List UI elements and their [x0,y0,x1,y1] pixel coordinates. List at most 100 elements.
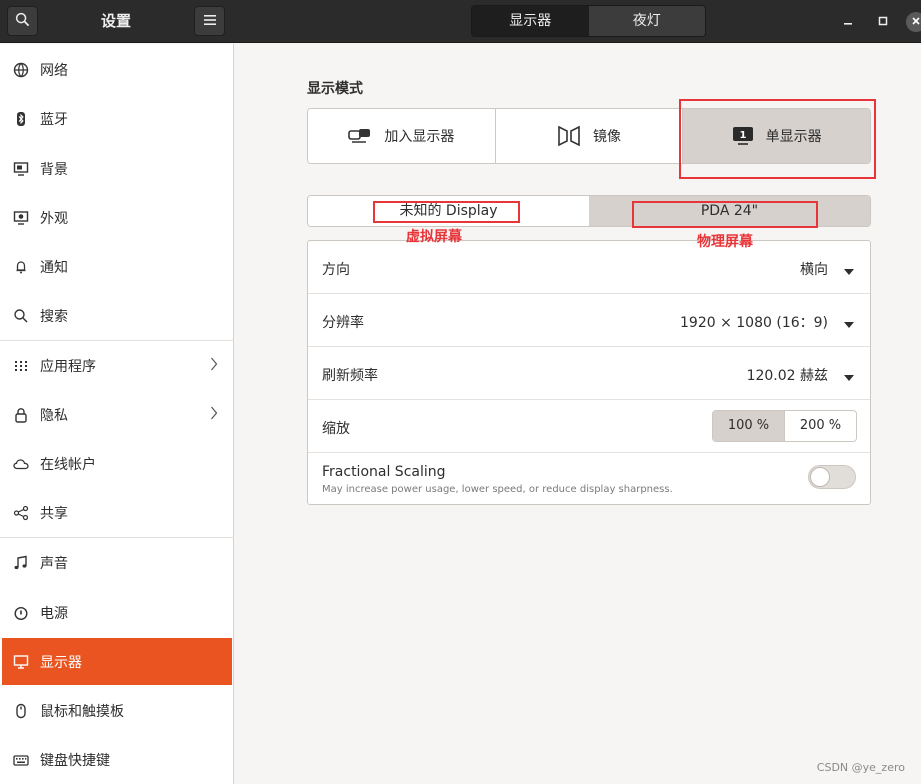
annotation-physical-label: 物理屏幕 [697,234,753,250]
join-displays-icon [348,128,372,144]
bell-icon [12,258,30,276]
appearance-icon [12,209,30,227]
mirror-label: 镜像 [593,129,621,145]
sidebar-divider [0,340,234,341]
sidebar-item-background[interactable]: 背景 [2,145,232,192]
orientation-value: 横向 [800,262,828,278]
window-title: 设置 [100,12,131,30]
sidebar-item-appearance[interactable]: 外观 [2,194,232,241]
sidebar-item-label: 通知 [40,259,68,276]
orientation-row[interactable]: 方向 横向 [308,241,870,294]
power-icon [12,604,30,622]
sidebar-item-label: 外观 [40,210,68,227]
resolution-label: 分辨率 [322,315,364,331]
resolution-row[interactable]: 分辨率 1920 × 1080 (16：9) [308,294,870,347]
header-bar: 设置 显示器 夜灯 [0,0,921,43]
sidebar-item-label: 搜索 [40,308,68,325]
scale-200-button[interactable]: 200 % [785,411,856,441]
sidebar-item-label: 电源 [40,605,68,622]
mirror-button[interactable]: 镜像 [495,109,684,163]
tab-night-light[interactable]: 夜灯 [588,6,705,36]
sidebar-item-label: 共享 [40,505,68,522]
chevron-right-icon [210,357,218,375]
sidebar-item-label: 声音 [40,555,68,572]
display-icon [12,653,30,671]
fractional-scaling-toggle[interactable] [808,465,856,489]
view-switcher: 显示器 夜灯 [471,5,706,37]
maximize-icon [878,14,888,30]
sidebar: 网络 蓝牙 背景 外观 通知 搜索 应用程序 隐私 在线帐户 共享 声音 电源 … [0,44,234,784]
share-icon [12,504,30,522]
sidebar-item-label: 背景 [40,161,68,178]
resolution-value: 1920 × 1080 (16：9) [680,315,828,331]
sidebar-item-sharing[interactable]: 共享 [2,489,232,536]
join-displays-label: 加入显示器 [384,129,455,145]
scale-label: 缩放 [322,421,350,437]
refresh-rate-value: 120.02 赫兹 [746,368,828,384]
sidebar-item-online-accounts[interactable]: 在线帐户 [2,440,232,487]
annotation-box-virtual-display [373,201,520,223]
sidebar-item-label: 蓝牙 [40,111,68,128]
background-icon [12,160,30,178]
orientation-label: 方向 [322,262,350,278]
close-icon [911,14,921,30]
sidebar-item-mouse-touchpad[interactable]: 鼠标和触摸板 [2,687,232,734]
chevron-right-icon [210,406,218,424]
scale-row: 缩放 100 % 200 % [308,400,870,453]
annotation-box-single-display [679,99,876,179]
sidebar-item-displays[interactable]: 显示器 [2,638,232,685]
apps-grid-icon [12,357,30,375]
dropdown-arrow-icon [844,263,854,279]
refresh-rate-row[interactable]: 刷新频率 120.02 赫兹 [308,347,870,400]
display-mode-title: 显示模式 [307,81,363,97]
scale-100-button[interactable]: 100 % [713,411,785,441]
dropdown-arrow-icon [844,316,854,332]
join-displays-button[interactable]: 加入显示器 [308,109,496,163]
bluetooth-icon [12,110,30,128]
minimize-button[interactable] [838,12,858,32]
display-settings-list: 方向 横向 分辨率 1920 × 1080 (16：9) 刷新频率 120.02… [307,240,871,505]
sidebar-item-label: 鼠标和触摸板 [40,703,124,720]
hamburger-icon [203,13,216,29]
sidebar-item-applications[interactable]: 应用程序 [2,342,232,389]
sidebar-item-keyboard-shortcuts[interactable]: 键盘快捷键 [2,736,232,783]
search-button[interactable] [7,6,38,36]
sidebar-item-power[interactable]: 电源 [2,589,232,636]
watermark: CSDN @ye_zero [816,761,905,774]
mirror-icon [557,125,581,147]
sidebar-item-label: 隐私 [40,407,68,424]
search-icon [15,12,30,31]
sidebar-item-label: 在线帐户 [40,456,96,473]
minimize-icon [843,14,853,30]
music-note-icon [12,554,30,572]
sidebar-item-bluetooth[interactable]: 蓝牙 [2,95,232,142]
dropdown-arrow-icon [844,369,854,385]
fractional-scaling-subtitle: May increase power usage, lower speed, o… [322,484,673,495]
sidebar-item-privacy[interactable]: 隐私 [2,391,232,438]
cloud-icon [12,455,30,473]
maximize-button[interactable] [873,12,893,32]
search-icon [12,307,30,325]
annotation-virtual-label: 虚拟屏幕 [406,229,462,245]
sidebar-item-label: 应用程序 [40,358,96,375]
network-icon [12,61,30,79]
toggle-knob [810,467,830,487]
sidebar-item-search[interactable]: 搜索 [2,292,232,339]
menu-button[interactable] [194,6,225,36]
annotation-box-physical-display [632,201,818,228]
sidebar-divider [0,537,234,538]
sidebar-item-notifications[interactable]: 通知 [2,243,232,290]
sidebar-item-sound[interactable]: 声音 [2,539,232,586]
fractional-scaling-title: Fractional Scaling [322,464,446,480]
lock-icon [12,406,30,424]
keyboard-icon [12,751,30,769]
fractional-scaling-row: Fractional Scaling May increase power us… [308,453,870,506]
mouse-icon [12,702,30,720]
close-button[interactable] [906,12,921,32]
refresh-rate-label: 刷新频率 [322,368,378,384]
sidebar-item-label: 显示器 [40,654,82,671]
sidebar-item-label: 键盘快捷键 [40,752,110,769]
scale-selector: 100 % 200 % [712,410,857,442]
tab-displays[interactable]: 显示器 [472,6,589,36]
sidebar-item-network[interactable]: 网络 [2,46,232,93]
